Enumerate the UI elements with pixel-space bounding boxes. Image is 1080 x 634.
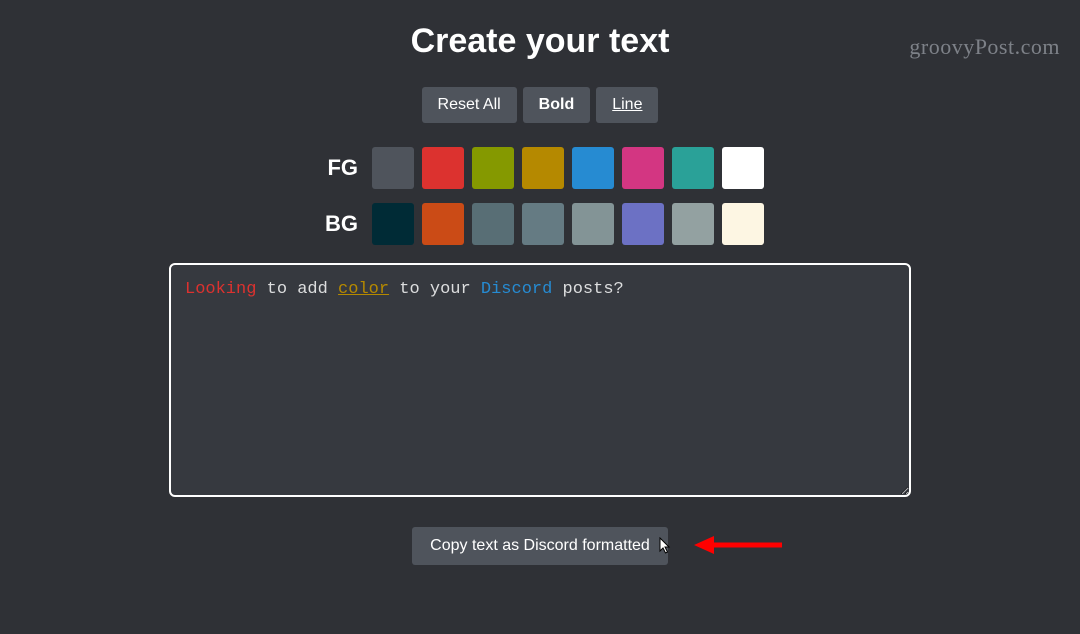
editor-segment[interactable]: posts? [552,280,623,299]
bg-swatch-indigo[interactable] [622,203,664,245]
fg-swatch-row: FG [0,147,1080,189]
line-button[interactable]: Line [596,87,658,123]
reset-all-button[interactable]: Reset All [422,87,517,123]
fg-swatch-white[interactable] [722,147,764,189]
bg-swatch-cream[interactable] [722,203,764,245]
fg-swatch-red[interactable] [422,147,464,189]
annotation-arrow-icon [694,531,784,564]
fg-label: FG [316,155,358,181]
editor-segment[interactable]: to your [389,280,481,299]
fg-swatch-blue[interactable] [572,147,614,189]
bg-label: BG [316,211,358,237]
bold-button[interactable]: Bold [523,87,591,123]
bg-swatch-bluegray[interactable] [572,203,614,245]
bg-swatch-row: BG [0,203,1080,245]
watermark-text: groovyPost.com [909,34,1060,60]
text-editor[interactable]: Looking to add color to your Discord pos… [169,263,911,497]
bg-swatch-slate[interactable] [472,203,514,245]
bg-swatch-gray[interactable] [522,203,564,245]
bg-swatch-darkteal[interactable] [372,203,414,245]
bg-swatch-lightgray[interactable] [672,203,714,245]
fg-swatch-cyan[interactable] [672,147,714,189]
fg-swatch-olive[interactable] [472,147,514,189]
copy-button[interactable]: Copy text as Discord formatted [412,527,668,565]
toolbar: Reset All Bold Line [0,87,1080,123]
editor-segment[interactable]: Looking [185,280,256,299]
fg-swatch-magenta[interactable] [622,147,664,189]
editor-segment[interactable]: color [338,280,389,299]
fg-swatch-gray[interactable] [372,147,414,189]
fg-swatch-yellow[interactable] [522,147,564,189]
bg-swatch-orange[interactable] [422,203,464,245]
editor-segment[interactable]: to add [256,280,338,299]
editor-segment[interactable]: Discord [481,280,552,299]
